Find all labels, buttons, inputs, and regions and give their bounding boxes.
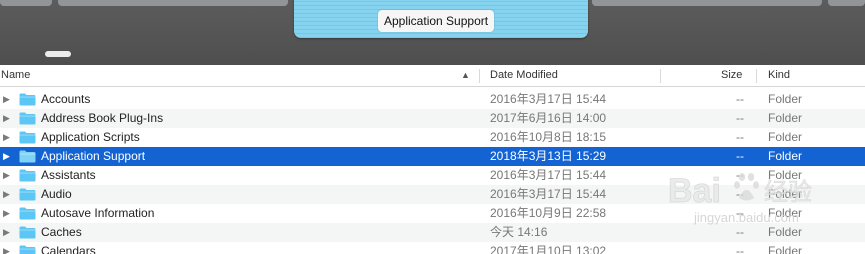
cover-flow-view[interactable]: Application Support [0, 0, 865, 65]
file-name: Application Support [41, 149, 146, 163]
file-kind: Folder [768, 206, 803, 220]
column-divider[interactable] [756, 69, 757, 83]
file-name: Audio [41, 187, 72, 201]
table-row[interactable]: ▶ Application Scripts 2016年10月8日 18:15 -- Fo… [0, 128, 865, 147]
disclosure-triangle-icon[interactable]: ▶ [3, 204, 13, 223]
table-row[interactable]: ▶ Calendars 2017年1月10日 13:02 -- Folder [0, 242, 865, 254]
sort-ascending-icon: ▲ [461, 70, 470, 80]
date-modified: 2017年6月16日 14:00 [490, 111, 607, 125]
folder-icon [19, 93, 36, 106]
table-row[interactable]: ▶ Accounts 2016年3月17日 15:44 -- Folder [0, 90, 865, 109]
column-header-kind[interactable]: Kind [768, 65, 790, 86]
folder-icon [19, 188, 36, 201]
cover-flow-title: Application Support [378, 10, 495, 32]
finder-window: Application Support Name ▲ Date Modified… [0, 0, 865, 254]
folder-icon [19, 150, 36, 163]
column-divider[interactable] [479, 69, 480, 83]
disclosure-triangle-icon[interactable]: ▶ [3, 90, 13, 109]
file-name: Application Scripts [41, 130, 140, 144]
file-kind: Folder [768, 168, 803, 182]
table-row[interactable]: ▶ Autosave Information 2016年10月9日 22:58 -- F… [0, 204, 865, 223]
column-header-size[interactable]: Size [721, 65, 742, 86]
disclosure-triangle-icon[interactable]: ▶ [3, 242, 13, 254]
file-size: -- [736, 130, 744, 144]
date-modified: 2017年1月10日 13:02 [490, 244, 607, 254]
file-name: Autosave Information [41, 206, 155, 220]
column-header-date-modified[interactable]: Date Modified [490, 65, 558, 86]
file-size: -- [736, 111, 744, 125]
date-modified: 2018年3月13日 15:29 [490, 149, 607, 163]
file-size: -- [736, 92, 744, 106]
cover-flow-scroll-thumb[interactable] [45, 51, 71, 57]
cover-flow-item[interactable] [828, 0, 865, 6]
file-list: ▶ Accounts 2016年3月17日 15:44 -- Folder ▶ Addres… [0, 90, 865, 254]
date-modified: 2016年10月8日 18:15 [490, 130, 607, 144]
date-modified: 2016年10月9日 22:58 [490, 206, 607, 220]
file-kind: Folder [768, 225, 803, 239]
folder-icon [19, 112, 36, 125]
disclosure-triangle-icon[interactable]: ▶ [3, 128, 13, 147]
date-modified: 2016年3月17日 15:44 [490, 168, 607, 182]
table-row[interactable]: ▶ Assistants 2016年3月17日 15:44 -- Folder [0, 166, 865, 185]
disclosure-triangle-icon[interactable]: ▶ [3, 147, 13, 166]
file-size: -- [736, 168, 744, 182]
folder-icon [19, 131, 36, 144]
cover-flow-item[interactable] [58, 0, 288, 6]
column-header-name[interactable]: Name [1, 65, 30, 86]
table-row[interactable]: ▶ Application Support 2018年3月13日 15:29 -- Fo… [0, 147, 865, 166]
table-row[interactable]: ▶ Audio 2016年3月17日 15:44 -- Folder [0, 185, 865, 204]
cover-flow-item[interactable] [0, 0, 52, 6]
folder-icon [19, 245, 36, 254]
date-modified: 今天 14:16 [490, 225, 548, 239]
disclosure-triangle-icon[interactable]: ▶ [3, 109, 13, 128]
file-kind: Folder [768, 111, 803, 125]
date-modified: 2016年3月17日 15:44 [490, 92, 607, 106]
list-header: Name ▲ Date Modified Size Kind [0, 65, 865, 87]
folder-icon [19, 207, 36, 220]
table-row[interactable]: ▶ Address Book Plug-Ins 2017年6月16日 14:00 --… [0, 109, 865, 128]
file-size: -- [736, 149, 744, 163]
file-size: -- [736, 187, 744, 201]
file-name: Caches [41, 225, 82, 239]
file-name: Address Book Plug-Ins [41, 111, 164, 125]
date-modified: 2016年3月17日 15:44 [490, 187, 607, 201]
folder-icon [19, 226, 36, 239]
file-size: -- [736, 206, 744, 220]
file-kind: Folder [768, 130, 803, 144]
file-name: Calendars [41, 244, 96, 254]
file-name: Accounts [41, 92, 91, 106]
column-divider[interactable] [660, 69, 661, 83]
file-kind: Folder [768, 92, 803, 106]
file-kind: Folder [768, 149, 803, 163]
folder-icon [19, 169, 36, 182]
disclosure-triangle-icon[interactable]: ▶ [3, 166, 13, 185]
table-row[interactable]: ▶ Caches 今天 14:16 -- Folder [0, 223, 865, 242]
file-kind: Folder [768, 187, 803, 201]
file-name: Assistants [41, 168, 96, 182]
disclosure-triangle-icon[interactable]: ▶ [3, 223, 13, 242]
file-size: -- [736, 225, 744, 239]
file-kind: Folder [768, 244, 803, 254]
file-size: -- [736, 244, 744, 254]
disclosure-triangle-icon[interactable]: ▶ [3, 185, 13, 204]
cover-flow-item[interactable] [592, 0, 822, 6]
